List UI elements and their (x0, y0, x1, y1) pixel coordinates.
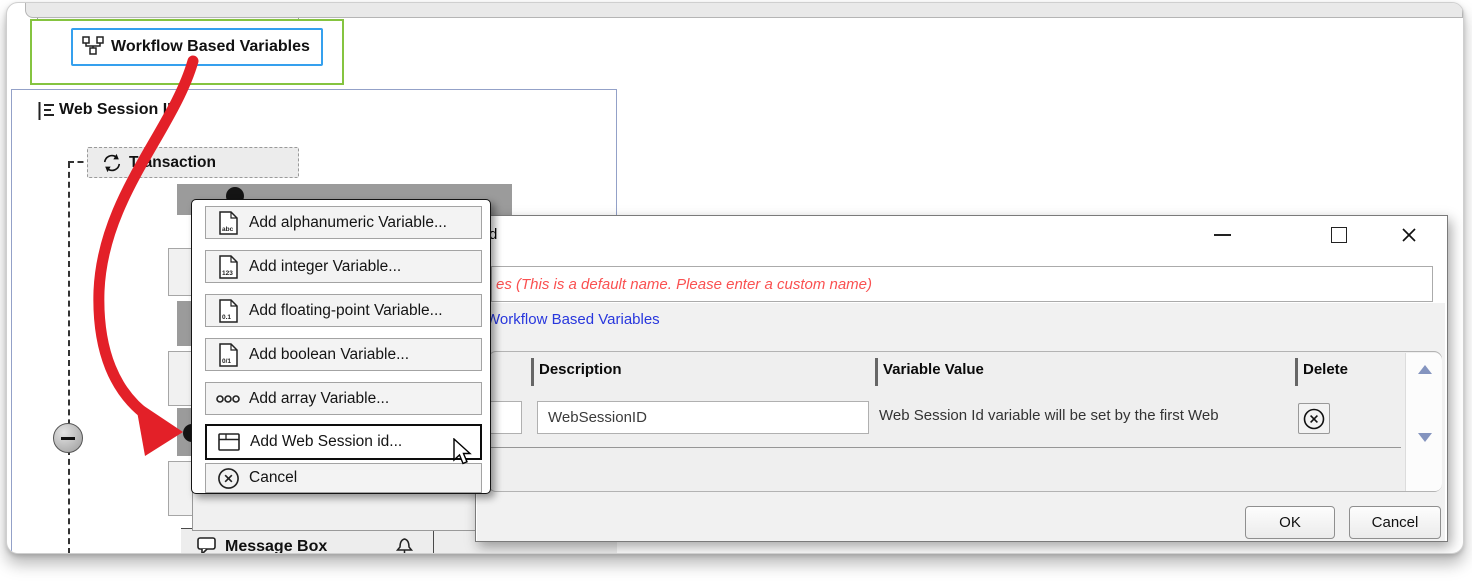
menu-item-label: Add Web Session id... (250, 433, 402, 451)
ok-button[interactable]: OK (1245, 506, 1335, 539)
menu-item-cancel[interactable]: Cancel (205, 463, 482, 493)
column-header-delete: Delete (1303, 361, 1348, 378)
cropped-toolbar-strip (25, 2, 1463, 18)
bell-icon (395, 536, 414, 554)
maximize-icon (1331, 227, 1347, 243)
column-divider (875, 358, 878, 386)
menu-item-add-alphanumeric[interactable]: abc Add alphanumeric Variable... (205, 206, 482, 239)
delete-row-button[interactable] (1298, 403, 1330, 434)
transaction-icon (102, 153, 122, 173)
cancel-button-label: Cancel (1372, 514, 1419, 531)
minimize-icon (1214, 234, 1231, 236)
cancel-circle-x-icon (215, 467, 241, 490)
web-session-list-icon (37, 100, 55, 127)
close-icon (1400, 226, 1418, 244)
screenshot-frame: Workflow Based Variables Web Session ID … (6, 2, 1464, 554)
description-cell-input[interactable]: WebSessionID (537, 401, 869, 434)
column-header-description: Description (539, 361, 622, 378)
column-divider (1295, 358, 1298, 386)
document-abc-icon: abc (215, 211, 241, 235)
maximize-button[interactable] (1322, 222, 1356, 248)
node-divider (433, 529, 434, 554)
minimize-button[interactable] (1205, 222, 1239, 248)
close-button[interactable] (1392, 222, 1426, 248)
svg-text:123: 123 (222, 270, 233, 277)
workflow-based-variables-button[interactable]: Workflow Based Variables (71, 28, 323, 66)
menu-item-add-array[interactable]: Add array Variable... (205, 382, 482, 415)
variable-value-cell: Web Session Id variable will be set by t… (879, 407, 1293, 424)
ok-button-label: OK (1279, 514, 1301, 531)
menu-item-add-floating-point[interactable]: 0.1 Add floating-point Variable... (205, 294, 482, 327)
document-float-icon: 0.1 (215, 299, 241, 323)
scroll-down-icon[interactable] (1418, 433, 1432, 442)
variable-name-input[interactable]: es (This is a default name. Please enter… (491, 266, 1433, 302)
menu-item-add-web-session-id[interactable]: Add Web Session id... (205, 424, 482, 460)
variables-table: Description Variable Value Delete WebSes… (488, 351, 1442, 492)
description-cell-value: WebSessionID (548, 409, 647, 426)
add-variable-context-menu: abc Add alphanumeric Variable... 123 Add… (191, 199, 491, 494)
table-scrollbar[interactable] (1405, 353, 1442, 491)
svg-text:0.1: 0.1 (222, 314, 231, 321)
column-divider (531, 358, 534, 386)
scroll-up-icon[interactable] (1418, 365, 1432, 374)
workflow-nodes-icon (82, 35, 104, 60)
workflow-based-variables-label: Workflow Based Variables (111, 38, 310, 56)
menu-item-label: Add array Variable... (249, 390, 389, 408)
dialog-cancel-button[interactable]: Cancel (1349, 506, 1441, 539)
collapse-branch-button[interactable] (53, 423, 83, 453)
column-header-variable-value: Variable Value (883, 361, 984, 378)
workflow-connector-line (68, 162, 70, 554)
browser-window-icon (216, 433, 242, 451)
svg-text:abc: abc (222, 226, 234, 233)
menu-item-add-boolean[interactable]: 0/1 Add boolean Variable... (205, 338, 482, 371)
variables-dialog: d es (This is a default name. Please ent… (475, 215, 1448, 542)
menu-item-label: Cancel (249, 469, 297, 487)
message-box-label: Message Box (225, 538, 327, 554)
menu-item-add-integer[interactable]: 123 Add integer Variable... (205, 250, 482, 283)
default-name-warning: es (This is a default name. Please enter… (496, 276, 872, 293)
panel-title: Web Session ID (59, 101, 179, 119)
workflow-variables-link[interactable]: Workflow Based Variables (486, 311, 660, 328)
document-bool-icon: 0/1 (215, 343, 241, 367)
row-separator (491, 447, 1401, 448)
document-123-icon: 123 (215, 255, 241, 279)
menu-item-label: Add boolean Variable... (249, 346, 409, 364)
svg-text:0/1: 0/1 (222, 358, 231, 365)
menu-item-label: Add integer Variable... (249, 258, 401, 276)
minus-icon (61, 437, 75, 440)
circle-x-icon (1302, 407, 1326, 431)
speech-bubble-icon (197, 537, 217, 554)
menu-item-label: Add floating-point Variable... (249, 302, 443, 320)
array-icon (215, 394, 241, 404)
transaction-node[interactable]: Transaction (87, 147, 299, 178)
transaction-label: Transaction (129, 154, 216, 172)
menu-item-label: Add alphanumeric Variable... (249, 214, 447, 232)
